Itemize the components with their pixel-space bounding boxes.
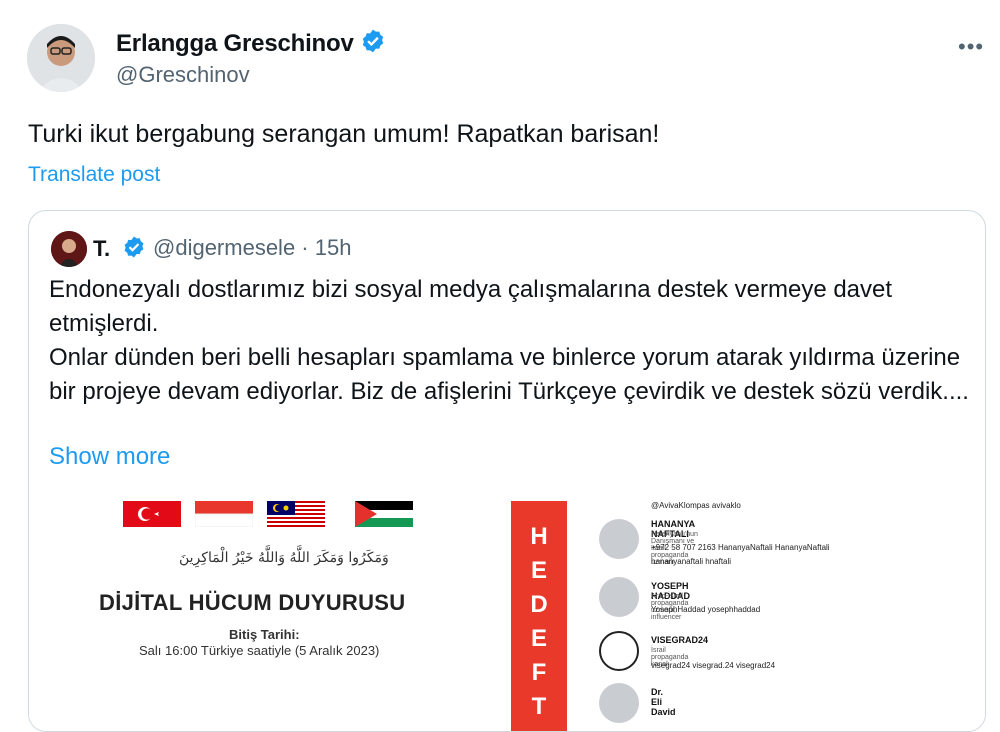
target-name: Dr. Eli David: [651, 687, 676, 717]
quoted-paragraph-2: Onlar dünden beri belli hesapları spamla…: [49, 344, 969, 405]
banner-letter: T: [531, 693, 547, 720]
target-social: @AvivaKlompas avivaklo: [651, 501, 741, 510]
target-social: YosephHaddad yosephhaddad: [651, 605, 761, 614]
quoted-author-avatar[interactable]: [51, 231, 87, 267]
turkey-flag-icon: [123, 501, 181, 527]
show-more-link[interactable]: Show more: [49, 443, 170, 471]
banner-letter: D: [530, 591, 548, 618]
arabic-verse: وَمَكَرُوا وَمَكَرَ اللَّهُ وَاللَّهُ خَ…: [179, 550, 389, 566]
media-preview[interactable]: وَمَكَرُوا وَمَكَرَ اللَّهُ وَاللَّهُ خَ…: [29, 495, 985, 731]
more-options-icon[interactable]: •••: [958, 34, 984, 60]
target-social: hananyanaftali hnaftali: [651, 557, 732, 566]
author-avatar[interactable]: [27, 24, 95, 92]
target-photo: [599, 519, 639, 559]
author-name[interactable]: Erlangga Greschinov: [116, 28, 386, 61]
quoted-author-name-text[interactable]: T.: [93, 236, 110, 261]
author-name-text[interactable]: Erlangga Greschinov: [116, 30, 354, 57]
post-text: Turki ikut bergabung serangan umum! Rapa…: [28, 120, 660, 148]
palestine-flag-icon: [355, 501, 413, 527]
malaysia-flag-icon: [267, 501, 325, 527]
quoted-post[interactable]: T. @digermesele · 15h Endonezyalı dostla…: [28, 210, 986, 732]
verified-badge-icon: [122, 235, 146, 265]
banner-letter: E: [530, 557, 547, 584]
quoted-post-text: Endonezyalı dostlarımız bizi sosyal medy…: [49, 273, 969, 409]
verified-badge-icon: [360, 28, 386, 61]
author-handle[interactable]: @Greschinov: [116, 62, 250, 88]
target-social: visegrad24 visegrad.24 visegrad24: [651, 661, 776, 670]
quoted-author-name[interactable]: T.: [93, 235, 146, 265]
poster-title: DİJİTAL HÜCUM DUYURUSU: [99, 590, 406, 615]
quoted-author-handle-time[interactable]: @digermesele · 15h: [153, 235, 351, 261]
banner-letter: E: [530, 625, 547, 652]
target-photo: [599, 683, 639, 723]
banner-letter: H: [530, 523, 548, 550]
banner-letter: F: [531, 659, 547, 686]
deadline-value: Salı 16:00 Türkiye saatiyle (5 Aralık 20…: [139, 643, 380, 658]
target-photo: [599, 577, 639, 617]
deadline-label: Bitiş Tarihi:: [229, 627, 300, 642]
translate-post-link[interactable]: Translate post: [28, 163, 160, 187]
quoted-paragraph-1: Endonezyalı dostlarımız bizi sosyal medy…: [49, 276, 893, 337]
target-social: +972 58 707 2163 HananyaNaftali HananyaN…: [651, 543, 830, 552]
target-logo: [599, 631, 639, 671]
targets-banner: H E D E F T: [511, 501, 567, 731]
target-name: VISEGRAD24: [651, 635, 709, 645]
indonesia-flag-icon: [195, 501, 253, 527]
